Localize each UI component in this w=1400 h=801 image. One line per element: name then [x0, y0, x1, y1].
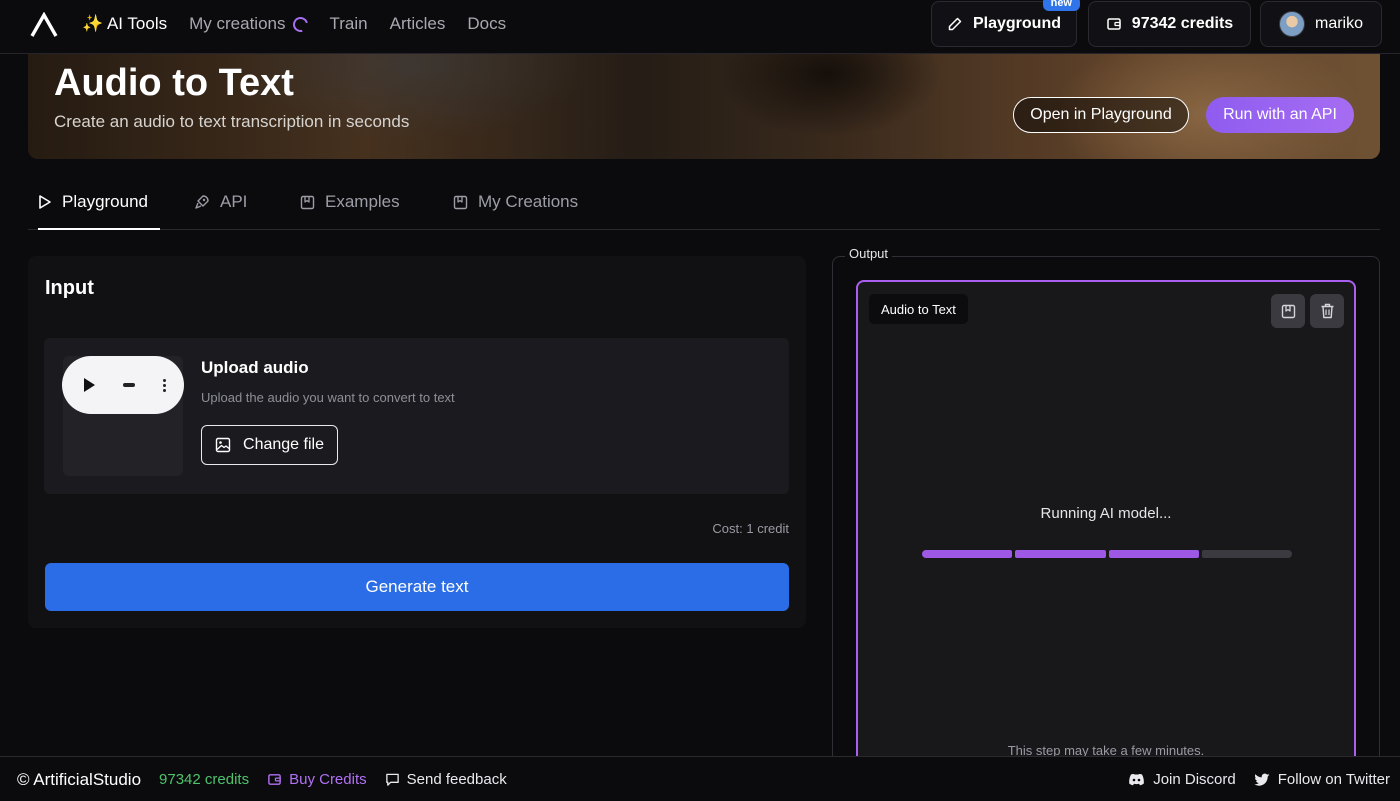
nav-my-creations[interactable]: My creations: [189, 13, 311, 35]
progress-segment: [1201, 550, 1292, 558]
credits-button[interactable]: 97342 credits: [1088, 1, 1251, 47]
wallet-icon: [268, 774, 281, 785]
image-icon: [215, 437, 231, 453]
page-title: Audio to Text: [54, 62, 294, 104]
page: ✨ AI Tools My creations Train Articles D…: [0, 0, 1400, 801]
bookmark-icon: [300, 195, 315, 209]
generate-text-button[interactable]: Generate text: [45, 563, 789, 611]
trash-icon: [1321, 303, 1333, 319]
join-discord-link[interactable]: Join Discord: [1128, 771, 1236, 788]
output-model-chip: Audio to Text: [869, 294, 968, 324]
nav-articles[interactable]: Articles: [390, 14, 446, 34]
tab-examples-label: Examples: [325, 192, 400, 211]
input-panel: Input Upload audio Upload the audio you …: [28, 256, 806, 628]
tab-playground-label: Playground: [62, 192, 149, 211]
run-with-api-button[interactable]: Run with an API: [1206, 97, 1354, 133]
wallet-icon: [1107, 18, 1121, 30]
play-icon[interactable]: [84, 378, 95, 392]
input-title: Input: [45, 277, 94, 299]
buy-credits-link[interactable]: Buy Credits: [267, 771, 367, 788]
cost-label: Cost: 1 credit: [712, 521, 789, 536]
user-menu-button[interactable]: mariko: [1260, 1, 1382, 47]
footer-right: Join Discord Follow on Twitter: [1128, 757, 1390, 801]
logo-icon: [30, 12, 58, 37]
pencil-icon: [948, 17, 962, 31]
upload-audio-description: Upload the audio you want to convert to …: [201, 390, 455, 405]
tab-api[interactable]: API: [194, 175, 254, 229]
running-status: Running AI model...: [1040, 505, 1172, 522]
chat-icon: [385, 773, 399, 786]
buy-credits-label: Buy Credits: [289, 771, 367, 788]
twitter-icon: [1254, 773, 1270, 786]
top-navbar: ✨ AI Tools My creations Train Articles D…: [0, 0, 1400, 54]
change-file-button[interactable]: Change file: [201, 425, 338, 465]
follow-twitter-link[interactable]: Follow on Twitter: [1254, 771, 1390, 788]
upload-audio-box: Upload audio Upload the audio you want t…: [44, 338, 789, 494]
discord-icon: [1129, 773, 1145, 786]
footer-credits: 97342 credits: [159, 771, 250, 788]
volume-icon[interactable]: [123, 383, 135, 387]
bookmark-icon: [453, 195, 468, 209]
rocket-icon: [195, 195, 209, 209]
footer: © ArtificialStudio 97342 credits Buy Cre…: [0, 756, 1400, 801]
loading-spinner-icon: [289, 13, 311, 35]
progress-segment: [1108, 550, 1199, 558]
tab-bar: Playground API Examples My Creations: [28, 175, 1380, 230]
hero-banner: Audio to Text Create an audio to text tr…: [28, 54, 1380, 159]
nav-docs[interactable]: Docs: [467, 14, 506, 34]
playground-button-label: Playground: [972, 15, 1061, 32]
playground-button[interactable]: Playground new: [931, 0, 1080, 47]
new-badge: new: [1042, 0, 1080, 11]
more-options-icon[interactable]: [163, 378, 166, 392]
credits-button-label: 97342 credits: [1131, 15, 1234, 32]
join-discord-label: Join Discord: [1153, 771, 1236, 788]
footer-brand[interactable]: © ArtificialStudio: [17, 770, 141, 790]
main-nav: ✨ AI Tools My creations Train Articles D…: [82, 0, 506, 48]
change-file-label: Change file: [243, 436, 324, 453]
open-in-playground-button[interactable]: Open in Playground: [1013, 97, 1189, 133]
tab-my-creations[interactable]: My Creations: [453, 175, 593, 229]
bookmark-icon: [1281, 304, 1295, 318]
progress-segment: [922, 550, 1013, 558]
output-card: Audio to Text Running AI model... This s…: [856, 280, 1356, 780]
audio-player[interactable]: [62, 356, 184, 414]
nav-train[interactable]: Train: [330, 14, 368, 34]
send-feedback-label: Send feedback: [406, 771, 507, 788]
page-subtitle: Create an audio to text transcription in…: [54, 112, 410, 131]
follow-twitter-label: Follow on Twitter: [1277, 771, 1390, 788]
nav-my-creations-label: My creations: [189, 14, 286, 33]
audio-preview: [62, 356, 184, 476]
save-output-button[interactable]: [1271, 294, 1305, 328]
delete-output-button[interactable]: [1310, 294, 1344, 328]
upload-audio-title: Upload audio: [201, 358, 309, 377]
nav-ai-tools[interactable]: ✨ AI Tools: [82, 14, 167, 34]
progress-segment: [1015, 550, 1106, 558]
tab-examples[interactable]: Examples: [300, 175, 410, 229]
logo[interactable]: [26, 7, 62, 43]
tab-api-label: API: [220, 192, 248, 211]
play-icon: [39, 195, 51, 209]
tab-my-creations-label: My Creations: [478, 192, 579, 211]
avatar: [1278, 11, 1305, 37]
send-feedback-link[interactable]: Send feedback: [385, 771, 507, 788]
username: mariko: [1314, 15, 1363, 32]
output-legend: Output: [845, 246, 893, 261]
progress-bar: [922, 550, 1292, 558]
tab-playground[interactable]: Playground: [38, 175, 160, 230]
footer-left: © ArtificialStudio 97342 credits Buy Cre…: [17, 757, 507, 801]
